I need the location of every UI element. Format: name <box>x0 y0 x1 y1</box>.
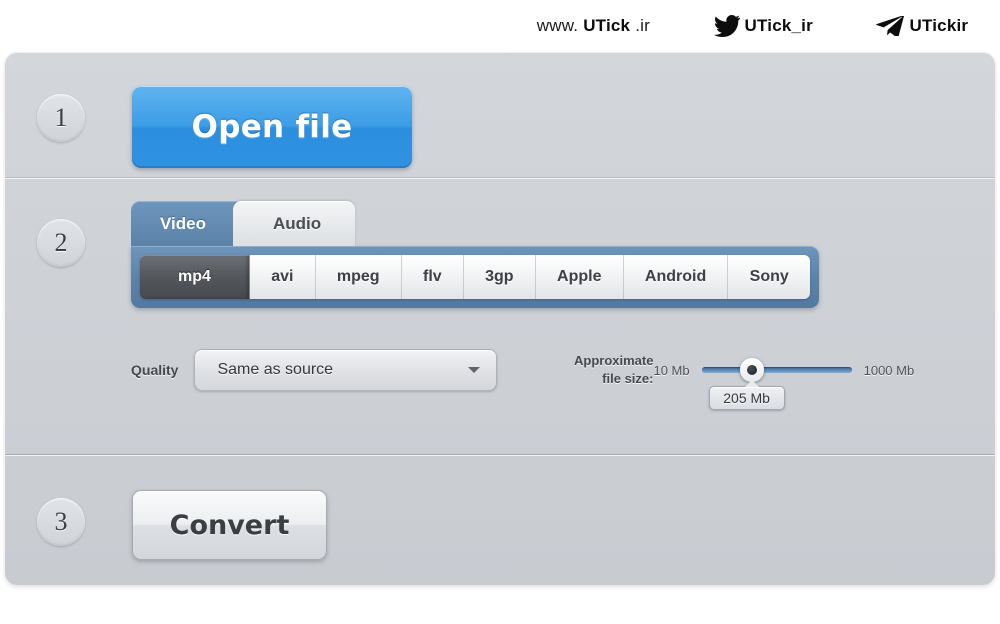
chevron-down-icon <box>468 367 481 373</box>
format-button-sony[interactable]: Sony <box>728 255 810 299</box>
step-3-row: 3 Convert <box>5 454 995 583</box>
format-button-apple[interactable]: Apple <box>535 255 624 299</box>
format-button-3gp[interactable]: 3gp <box>463 255 536 299</box>
twitter-bird-icon <box>713 15 740 37</box>
step-3-badge: 3 <box>37 498 85 546</box>
open-file-button[interactable]: Open file <box>132 86 412 168</box>
watermark-telegram: UTickir <box>876 14 969 38</box>
twitter-handle: UTick_ir <box>744 16 813 35</box>
approximate-file-size-block: Approximate file size: 10 Mb 205 Mb 1000… <box>549 348 915 410</box>
format-selector-bar: mp4 avi mpeg flv 3gp Apple Android Sony <box>131 246 819 308</box>
convert-button[interactable]: Convert <box>132 490 327 560</box>
file-size-label-line1: Approximate <box>574 353 654 369</box>
file-size-label-line2: file size: <box>602 371 654 386</box>
step-1-badge: 1 <box>37 94 85 142</box>
format-button-mp4[interactable]: mp4 <box>140 255 250 299</box>
tab-audio[interactable]: Audio <box>233 201 356 246</box>
watermark-twitter: UTick_ir <box>713 15 813 37</box>
website-name: UTick <box>583 16 631 35</box>
step-2-badge: 2 <box>37 219 85 267</box>
slider-track[interactable] <box>701 367 852 373</box>
file-size-slider[interactable]: 205 Mb <box>701 348 852 410</box>
converter-app-panel: 1 Open file 2 Video Audio mp4 avi mpeg f… <box>5 52 995 585</box>
file-size-max-label: 1000 Mb <box>863 362 915 378</box>
format-button-flv[interactable]: flv <box>401 255 464 299</box>
telegram-handle: UTickir <box>909 16 969 35</box>
quality-label: Quality <box>131 362 179 378</box>
format-button-avi[interactable]: avi <box>250 255 316 299</box>
file-size-min-label: 10 Mb <box>653 362 690 378</box>
watermark-website: www. UTick .ir <box>537 16 650 36</box>
watermark-banner: www. UTick .ir UTick_ir UTickir <box>505 0 1000 52</box>
tab-video[interactable]: Video <box>131 201 243 246</box>
step-2-row: 2 Video Audio mp4 avi mpeg flv 3gp Apple… <box>5 177 995 455</box>
format-button-mpeg[interactable]: mpeg <box>315 255 402 299</box>
conversion-options-row: Quality Same as source Approximate file … <box>131 348 915 410</box>
slider-knob[interactable] <box>739 358 764 382</box>
website-prefix: www. <box>536 16 579 35</box>
slider-value-bubble: 205 Mb <box>708 380 785 410</box>
quality-selected-value: Same as source <box>217 361 334 378</box>
file-size-label: Approximate file size: <box>549 352 653 387</box>
step-1-row: 1 Open file <box>5 52 995 178</box>
format-button-group: mp4 avi mpeg flv 3gp Apple Android Sony <box>140 255 810 299</box>
step-2-content: Video Audio mp4 avi mpeg flv 3gp Apple A… <box>131 201 915 410</box>
website-tld: .ir <box>635 16 650 35</box>
media-type-tabs: Video Audio <box>131 201 914 246</box>
quality-select[interactable]: Same as source <box>194 349 498 391</box>
format-button-android[interactable]: Android <box>623 255 729 299</box>
telegram-plane-icon <box>876 14 905 38</box>
